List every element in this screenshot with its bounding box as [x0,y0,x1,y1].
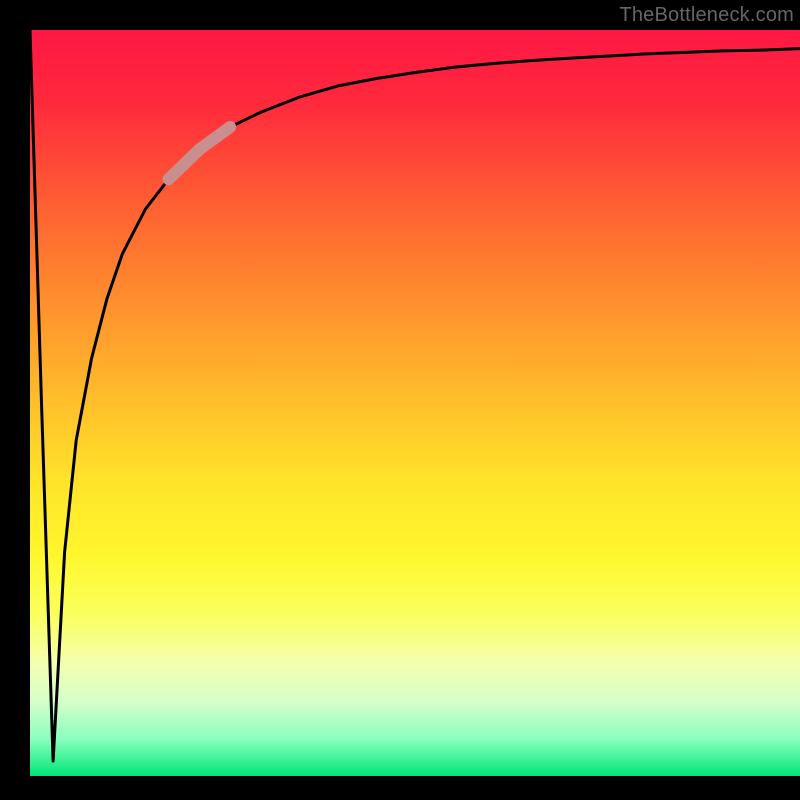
bottleneck-curve [30,30,800,761]
plot-area [30,30,800,776]
curve-highlight [169,127,231,179]
curve-svg [30,30,800,776]
attribution-text: TheBottleneck.com [619,4,794,27]
chart-frame: TheBottleneck.com [0,0,800,800]
